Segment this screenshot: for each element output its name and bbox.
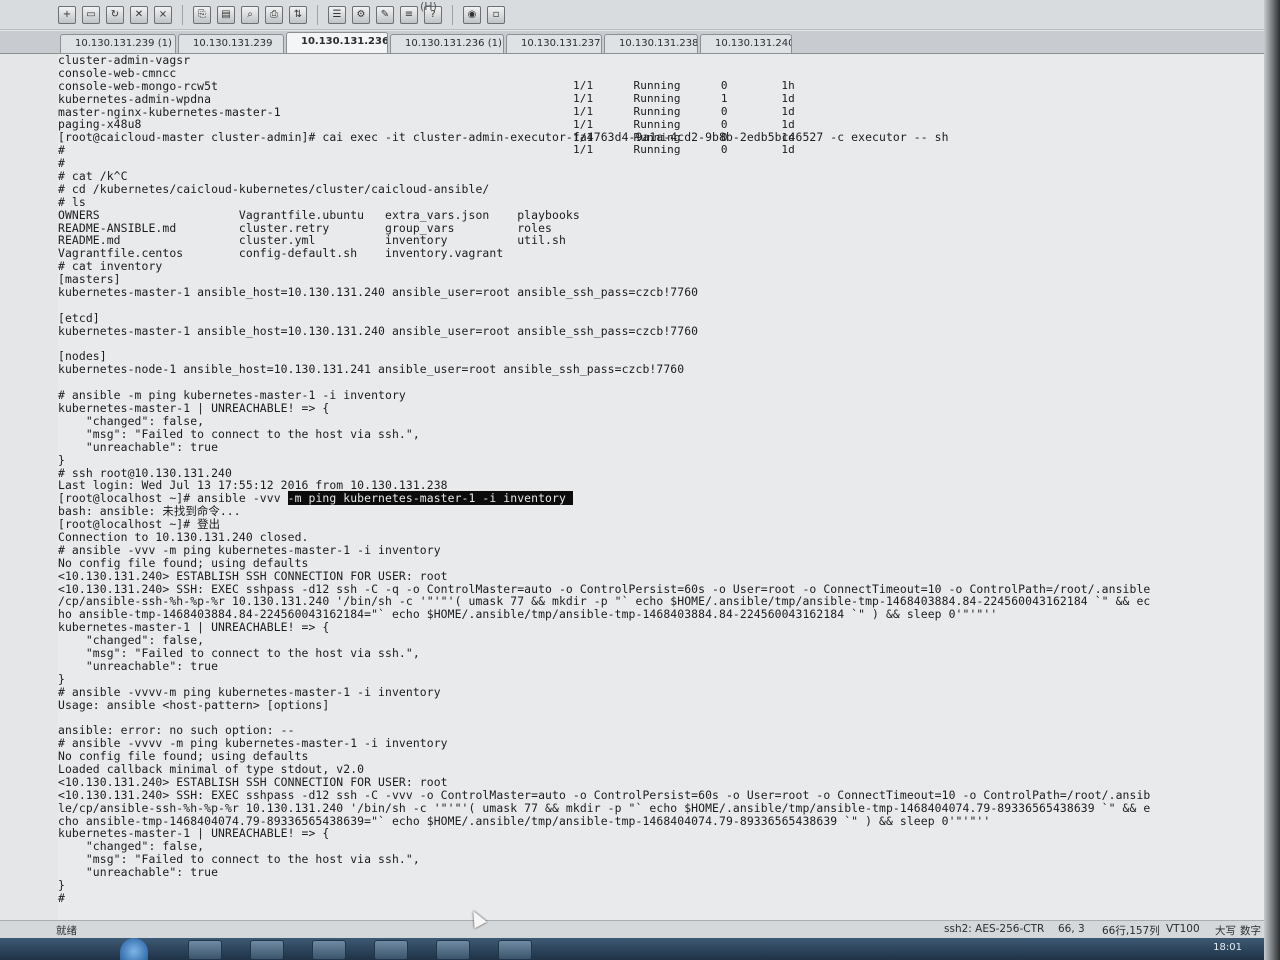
disconnect-icon[interactable]: ✕: [130, 5, 148, 24]
terminal-line: console-web-cmncc: [58, 65, 177, 80]
status-terminal-size: 66行,157列: [1102, 925, 1160, 937]
terminal-line: "unreachable": true: [58, 865, 219, 880]
terminal-line: kubernetes-master-1 | UNREACHABLE! => {: [58, 826, 330, 841]
transfer-icon[interactable]: ⇅: [289, 5, 307, 24]
session-tab[interactable]: 10.130.131.238: [604, 34, 698, 53]
taskbar-terminal-icon[interactable]: [312, 940, 346, 960]
terminal-line: "msg": "Failed to connect to the host vi…: [58, 852, 420, 867]
terminal-line: bash: ansible: 未找到命令...: [58, 504, 241, 519]
unknown-icon[interactable]: ▫: [487, 5, 505, 24]
session-tab-bar: 10.130.131.239 (1) 10.130.131.239 10.130.1…: [0, 31, 1264, 54]
help-menu[interactable]: (H): [420, 0, 437, 13]
pod-status-row: 1/1 Running 0 1d: [573, 104, 795, 118]
session-tab[interactable]: 10.130.131.236: [286, 32, 388, 53]
toolbar-separator: [182, 4, 183, 25]
session-tab[interactable]: 10.130.131.239: [178, 34, 284, 53]
pod-status-columns: 1/1 Running 0 1h 1/1 Running 1 1d 1/1 Runn…: [573, 79, 795, 157]
reconnect-icon[interactable]: ↻: [106, 5, 124, 24]
terminal-line: "msg": "Failed to connect to the host vi…: [58, 426, 420, 441]
terminal-line: Usage: ansible <host-pattern> [options]: [58, 697, 330, 712]
terminal-line: # cat inventory: [58, 259, 163, 274]
terminal-line: kubernetes-master-1 | UNREACHABLE! => {: [58, 401, 330, 416]
taskbar-clock: 18:01: [1213, 942, 1242, 953]
pod-status-row: 1/1 Running 1 1d: [573, 91, 795, 105]
terminal-line: #: [58, 156, 65, 171]
terminal-line: #: [58, 890, 65, 905]
script-icon[interactable]: ≡: [400, 5, 418, 24]
terminal-lines: cluster-admin-vagsr console-web-cmncc cons…: [58, 54, 1264, 905]
terminal-line: kubernetes-node-1 ansible_host=10.130.13…: [58, 362, 685, 377]
status-bar: 就绪 ssh2: AES-256-CTR 66, 3 66行,157列 VT10…: [0, 920, 1264, 939]
new-session-icon[interactable]: +: [58, 5, 76, 24]
session-tab[interactable]: 10.130.131.236 (1): [390, 34, 504, 53]
settings-icon[interactable]: ⚙: [352, 5, 370, 24]
toolbar-separator: [317, 4, 318, 25]
toolbar-separator: [452, 4, 453, 25]
monitor-bezel: [1264, 0, 1280, 960]
session-tab[interactable]: 10.130.131.239 (1): [60, 34, 176, 53]
terminal-line: kubernetes-master-1 ansible_host=10.130.…: [58, 323, 699, 338]
paste-icon[interactable]: ▤: [217, 5, 235, 24]
terminal-line: "unreachable": true: [58, 439, 219, 454]
windows-taskbar: 18:01: [0, 938, 1264, 960]
close-icon[interactable]: ⨯: [154, 5, 172, 24]
pod-status-row: 1/1 Running 0 1h: [573, 79, 795, 92]
taskbar-media-icon[interactable]: [250, 940, 284, 960]
copy-icon[interactable]: ⎘: [193, 5, 211, 24]
tools-icon[interactable]: ✎: [376, 5, 394, 24]
taskbar-app2-icon[interactable]: [498, 940, 532, 960]
pod-status-row: 1/1 Running 0 1d: [573, 143, 795, 157]
globe-icon[interactable]: ◉: [463, 5, 481, 24]
terminal-line: "unreachable": true: [58, 658, 219, 673]
status-num: 数字: [1240, 925, 1261, 937]
terminal-app-window: + ▭ ↻ ✕ ⨯ ⎘ ▤ ⌕ ⎙ ⇅ ☰ ⚙ ✎ ≡? ◉ ▫ (H) 10.130.131.239 (1)…: [0, 0, 1280, 960]
toolbar: + ▭ ↻ ✕ ⨯ ⎘ ▤ ⌕ ⎙ ⇅ ☰ ⚙ ✎ ≡? ◉ ▫: [0, 0, 1264, 30]
session-tab[interactable]: 10.130.131.240: [700, 34, 792, 53]
terminal-line: # cd /kubernetes/caicloud-kubernetes/clu…: [58, 181, 490, 196]
status-emulation: VT100: [1166, 923, 1200, 935]
terminal-line: cluster-admin-vagsr: [58, 54, 191, 67]
terminal-line: }: [58, 878, 65, 892]
session-tab[interactable]: 10.130.131.237: [506, 34, 602, 53]
find-icon[interactable]: ⌕: [241, 5, 259, 24]
taskbar-browser-icon[interactable]: [436, 940, 470, 960]
print-icon[interactable]: ⎙: [265, 5, 283, 24]
terminal-line: "msg": "Failed to connect to the host vi…: [58, 645, 420, 660]
terminal-line: }: [58, 452, 65, 467]
terminal-line: kubernetes-master-1 ansible_host=10.130.…: [58, 285, 699, 300]
status-ready: 就绪: [56, 925, 77, 937]
start-button[interactable]: [120, 938, 148, 960]
open-icon[interactable]: ▭: [82, 5, 100, 24]
status-cursor-position: 66, 3: [1058, 923, 1085, 935]
status-caps: 大写: [1215, 925, 1236, 937]
properties-icon[interactable]: ☰: [328, 5, 346, 24]
terminal-line: Vagrantfile.centos config-default.sh inv…: [58, 246, 504, 261]
pod-status-row: 1/1 Running 0 1d: [573, 117, 795, 131]
selected-text[interactable]: -m ping kubernetes-master-1 -i inventory: [287, 491, 573, 506]
terminal-line: kubernetes-master-1 | UNREACHABLE! => {: [58, 620, 330, 635]
terminal-output[interactable]: cluster-admin-vagsr console-web-cmncc cons…: [58, 54, 1264, 920]
taskbar-explorer-icon[interactable]: [188, 940, 222, 960]
taskbar-app-icon[interactable]: [374, 940, 408, 960]
status-encryption: ssh2: AES-256-CTR: [944, 923, 1045, 935]
